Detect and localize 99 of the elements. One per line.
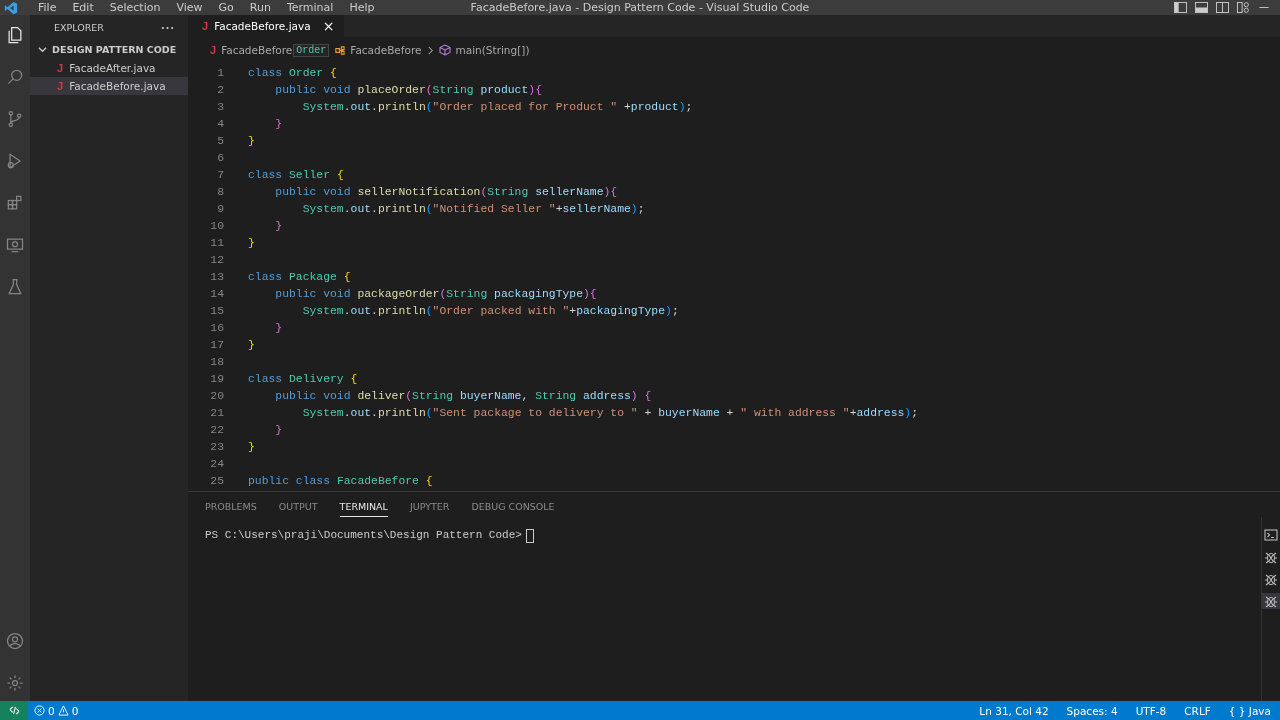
language-mode[interactable]: { } Java: [1219, 704, 1280, 717]
line-number: 15: [209, 304, 224, 317]
terminal-cursor: [525, 529, 534, 543]
menu-item[interactable]: Run: [241, 1, 279, 14]
line-number: 2: [216, 83, 224, 96]
cube-icon: [438, 44, 451, 56]
panel-tab[interactable]: DEBUG CONSOLE: [471, 501, 555, 517]
panel-tab[interactable]: JUPYTER: [409, 501, 450, 517]
line-number: 9: [216, 202, 224, 215]
search-icon[interactable]: [5, 67, 25, 87]
terminal-prompt: PS C:\Users\praji\Documents\Design Pattern Code>: [205, 529, 522, 541]
breadcrumb-item[interactable]: main(String[]): [455, 44, 530, 56]
line-number: 3: [216, 100, 224, 113]
chevron-icon[interactable]: [38, 45, 47, 54]
explorer-entry[interactable]: J FacadeBefore.java: [30, 77, 188, 95]
code-line: }: [248, 440, 255, 453]
settings-icon[interactable]: [5, 673, 25, 693]
panel-layout-icon[interactable]: [1195, 2, 1208, 13]
code-line: class Delivery {: [248, 372, 358, 385]
line-number: 16: [209, 321, 224, 334]
code-line: System.out.println("Notified Seller "+sellerName);: [301, 202, 645, 215]
status-item[interactable]: UTF-8: [1126, 704, 1176, 717]
code-line: public void deliver(String buyerName, String address) {: [274, 389, 652, 402]
code-line: }: [248, 236, 255, 249]
more-actions-icon[interactable]: [161, 25, 174, 30]
line-number: 4: [216, 117, 224, 130]
warning-icon: [57, 705, 69, 716]
code-line: }: [274, 423, 283, 436]
sidebar-title: EXPLORER: [54, 22, 104, 33]
line-number: 1: [216, 66, 224, 79]
menu-item[interactable]: Help: [341, 1, 383, 14]
editor-tab[interactable]: J FacadeBefore.java ×: [188, 15, 345, 37]
code-line: System.out.println("Order placed for Product " +product);: [301, 100, 693, 113]
line-number: 22: [209, 423, 224, 436]
code-line: class Seller {: [248, 168, 344, 181]
line-number: 5: [216, 134, 224, 147]
code-line: public void sellerNotification(String sellerName){: [274, 185, 618, 198]
line-number: 11: [209, 236, 224, 249]
code-line: class Order {: [248, 66, 337, 79]
class-icon: [334, 44, 346, 56]
line-number: 7: [216, 168, 224, 181]
menu-item[interactable]: File: [30, 1, 65, 14]
bug-icon[interactable]: [1264, 594, 1278, 608]
menu-item[interactable]: Selection: [101, 1, 169, 14]
line-number: 8: [216, 185, 224, 198]
line-number: 12: [209, 253, 224, 266]
code-line: System.out.println("Order packed with "+packagingType);: [301, 304, 679, 317]
panel-tab[interactable]: PROBLEMS: [205, 501, 257, 517]
menu-item[interactable]: Edit: [64, 1, 102, 14]
line-number: 10: [209, 219, 224, 232]
breadcrumb-item[interactable]: FacadeBefore: [221, 44, 293, 56]
code-line: }: [248, 338, 255, 351]
vscode-logo-icon: [4, 0, 18, 15]
line-number: 25: [209, 474, 224, 487]
bug-icon[interactable]: [1264, 550, 1278, 564]
code-line: public void packageOrder(String packagingType){: [274, 287, 597, 300]
menu-item[interactable]: Terminal: [278, 1, 342, 14]
menu-item[interactable]: View: [168, 1, 211, 14]
line-number: 23: [209, 440, 224, 453]
explorer-entry[interactable]: J FacadeAfter.java: [30, 59, 188, 77]
code-line: }: [274, 219, 283, 232]
code-line: }: [274, 117, 283, 130]
line-number: 6: [216, 151, 224, 164]
folder-name[interactable]: DESIGN PATTERN CODE: [52, 44, 177, 55]
code-line: System.out.println("Sent package to delivery to " + buyerName + " with address "+address);: [301, 406, 918, 419]
panel-tab[interactable]: OUTPUT: [278, 501, 318, 517]
code-line: }: [248, 134, 255, 147]
split-layout-icon[interactable]: [1216, 2, 1229, 13]
line-number: 13: [209, 270, 224, 283]
menu-item[interactable]: Go: [210, 1, 242, 14]
panel-tab[interactable]: TERMINAL: [339, 501, 388, 517]
line-number: 17: [209, 338, 224, 351]
line-number: 20: [209, 389, 224, 402]
window-title: FacadeBefore.java - Design Pattern Code - Visual Studio Code: [470, 1, 810, 14]
terminal-icon[interactable]: [1264, 528, 1278, 542]
status-item[interactable]: Ln 31, Col 42: [970, 704, 1058, 717]
remote-icon: [8, 705, 20, 716]
status-item[interactable]: Spaces: 4: [1057, 704, 1127, 717]
bug-icon[interactable]: [1264, 572, 1278, 586]
line-number: 21: [209, 406, 224, 419]
code-line: }: [274, 321, 283, 334]
code-line: public void placeOrder(String product){: [274, 83, 542, 96]
customize-layout-icon[interactable]: [1237, 2, 1250, 13]
line-number: 19: [209, 372, 224, 385]
status-item[interactable]: CRLF: [1175, 704, 1220, 717]
chevron-right-icon: [426, 45, 434, 55]
line-number: 14: [209, 287, 224, 300]
code-line: class Package {: [248, 270, 351, 283]
code-line: public class FacadeBefore {: [248, 474, 433, 487]
account-icon[interactable]: [5, 631, 25, 651]
remote-button[interactable]: [0, 701, 28, 720]
error-icon: [34, 705, 45, 716]
line-number: 24: [209, 457, 224, 470]
java-file-icon: J: [210, 44, 217, 56]
line-number: 18: [209, 355, 224, 368]
problems-button[interactable]: 0 0: [28, 704, 85, 717]
breadcrumb-item[interactable]: FacadeBefore: [350, 44, 422, 56]
hover-tooltip: Order: [293, 43, 330, 57]
sidebar-layout-icon[interactable]: [1174, 2, 1187, 13]
